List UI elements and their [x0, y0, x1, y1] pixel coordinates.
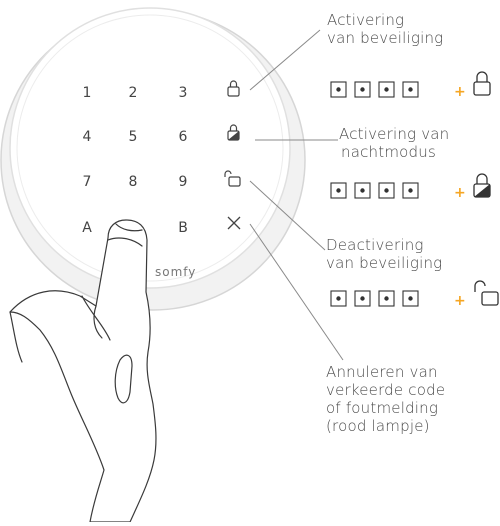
code-key-dot — [336, 188, 341, 193]
callout-night-line-2: nachtmodus — [341, 143, 436, 161]
callout-cancel-line-2: verkeerde code — [326, 381, 446, 399]
code-key-dot — [384, 296, 389, 301]
keypad-key-1[interactable]: 1 — [83, 85, 92, 101]
plus-sign: + — [454, 84, 466, 100]
callout-activation: Activering van beveiliging — [327, 11, 443, 47]
callout-night-line-1: Activering van — [339, 125, 450, 143]
brand-logo: somfy — [155, 265, 196, 279]
keypad-key-a[interactable]: A — [82, 220, 92, 236]
keypad-key-b[interactable]: B — [178, 220, 188, 236]
keypad-key-4[interactable]: 4 — [83, 129, 92, 145]
code-key-dot — [408, 188, 413, 193]
code-sequences: + + + — [330, 81, 466, 309]
code-key-dot — [360, 188, 365, 193]
code-key-dot — [336, 296, 341, 301]
device-face-inner — [16, 14, 284, 282]
code-key-dot — [408, 87, 413, 92]
callout-cancel: Annuleren van verkeerde code of foutmeld… — [326, 363, 445, 435]
code-key-dot — [360, 296, 365, 301]
keypad-key-5[interactable]: 5 — [129, 129, 138, 145]
callout-cancel-line-4: (rood lampje) — [326, 417, 430, 435]
plus-sign: + — [454, 293, 466, 309]
callout-cancel-line-1: Annuleren van — [326, 363, 438, 381]
code-key-dot — [336, 87, 341, 92]
keypad-key-9[interactable]: 9 — [179, 174, 188, 190]
lock-open-icon — [481, 291, 499, 306]
keypad-diagram: 123456789A0B somfy +++ — [0, 0, 500, 523]
keypad-key-8[interactable]: 8 — [129, 174, 138, 190]
callout-deactivation-line-2: van beveiliging — [326, 254, 443, 272]
keypad-key-2[interactable]: 2 — [129, 85, 138, 101]
result-lock-closed — [473, 71, 491, 96]
result-lock-half — [473, 173, 491, 198]
code-key-dot — [360, 87, 365, 92]
result-lock-open — [474, 280, 499, 306]
code-key-dot — [408, 296, 413, 301]
callout-activation-line-2: van beveiliging — [327, 29, 444, 47]
code-key-dot — [384, 188, 389, 193]
code-key-dot — [384, 87, 389, 92]
keypad-key-7[interactable]: 7 — [83, 174, 92, 190]
lock-closed-icon — [473, 81, 491, 96]
plus-sign: + — [454, 185, 466, 201]
callout-activation-line-1: Activering — [327, 11, 405, 29]
callout-deactivation: Deactivering van beveiliging — [326, 236, 442, 272]
callout-deactivation-line-1: Deactivering — [326, 236, 424, 254]
keypad-key-6[interactable]: 6 — [179, 129, 188, 145]
callout-cancel-line-3: of foutmelding — [326, 399, 439, 417]
keypad-key-3[interactable]: 3 — [179, 85, 188, 101]
callout-night-mode: Activering van nachtmodus — [339, 125, 449, 161]
